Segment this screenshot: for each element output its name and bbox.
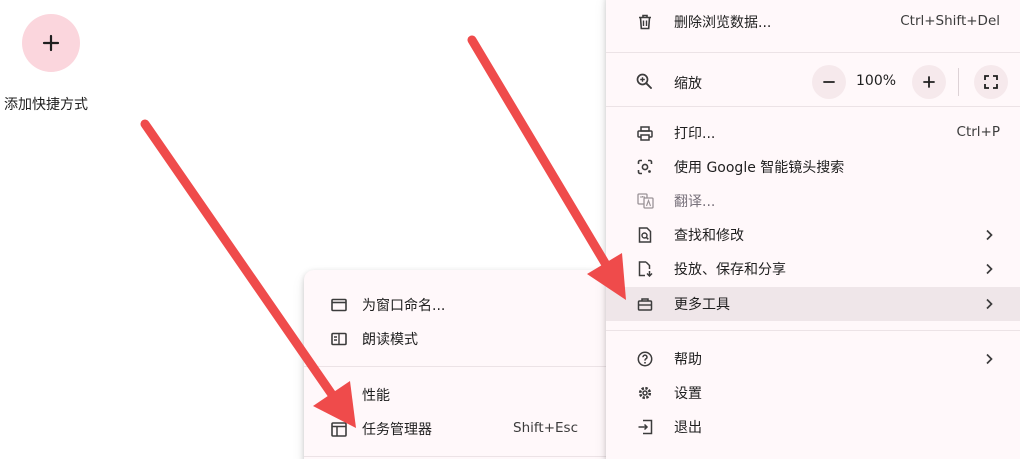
menu-item-label: 设置 xyxy=(674,386,702,402)
menu-item-help[interactable]: 帮助 xyxy=(606,342,1020,376)
menu-item-shortcut: Shift+Esc xyxy=(513,420,578,436)
fullscreen-icon xyxy=(984,75,998,89)
menu-item-label: 退出 xyxy=(674,420,702,436)
menu-item-find-and-edit[interactable]: 查找和修改 xyxy=(606,218,1020,252)
zoom-row: 缩放 100% xyxy=(606,62,1020,102)
plus-icon xyxy=(42,34,60,52)
cast-save-icon xyxy=(636,260,654,278)
more-tools-submenu: 为窗口命名... 朗读模式 性能 任务管理器 Shift+Esc xyxy=(304,270,606,459)
menu-item-label: 更多工具 xyxy=(674,297,730,313)
menu-item-cast-save-share[interactable]: 投放、保存和分享 xyxy=(606,252,1020,286)
trash-icon xyxy=(636,13,654,31)
menu-item-label: 朗读模式 xyxy=(362,332,418,348)
gear-icon xyxy=(636,384,654,402)
add-shortcut-label: 添加快捷方式 xyxy=(4,97,88,113)
menu-item-label: 使用 Google 智能镜头搜索 xyxy=(674,160,845,176)
menu-divider xyxy=(606,106,1020,107)
zoom-in-button[interactable] xyxy=(912,65,946,99)
window-icon xyxy=(330,296,348,314)
chevron-right-icon xyxy=(986,263,993,275)
menu-item-shortcut: Ctrl+P xyxy=(956,124,1000,140)
chevron-right-icon xyxy=(986,353,993,365)
menu-item-label: 为窗口命名... xyxy=(362,298,446,314)
add-shortcut-button[interactable] xyxy=(22,14,80,72)
task-manager-icon xyxy=(330,420,348,438)
menu-divider xyxy=(304,456,606,457)
zoom-level: 100% xyxy=(856,73,897,89)
menu-divider xyxy=(606,52,1020,53)
menu-item-label: 删除浏览数据... xyxy=(674,15,772,31)
menu-item-task-manager[interactable]: 任务管理器 Shift+Esc xyxy=(304,412,606,446)
red-arrow-right xyxy=(467,35,626,300)
menu-item-exit[interactable]: 退出 xyxy=(606,410,1020,444)
help-icon xyxy=(636,350,654,368)
menu-divider xyxy=(606,330,1020,331)
menu-item-label: 性能 xyxy=(362,388,390,404)
find-icon xyxy=(636,226,654,244)
browser-main-menu: 删除浏览数据... Ctrl+Shift+Del 缩放 100% 打印... C… xyxy=(606,0,1020,459)
menu-item-label: 帮助 xyxy=(674,352,702,368)
zoom-divider xyxy=(958,68,959,96)
menu-item-settings[interactable]: 设置 xyxy=(606,376,1020,410)
fullscreen-button[interactable] xyxy=(974,65,1008,99)
menu-item-name-window[interactable]: 为窗口命名... xyxy=(304,288,606,322)
chevron-right-icon xyxy=(986,229,993,241)
menu-item-label: 查找和修改 xyxy=(674,228,744,244)
menu-item-label: 投放、保存和分享 xyxy=(674,262,786,278)
minus-icon xyxy=(823,81,835,83)
menu-item-performance[interactable]: 性能 xyxy=(304,378,606,412)
translate-icon xyxy=(636,192,654,210)
lens-icon xyxy=(636,158,654,176)
menu-item-label: 任务管理器 xyxy=(362,422,432,438)
menu-item-google-lens[interactable]: 使用 Google 智能镜头搜索 xyxy=(606,150,1020,184)
menu-item-shortcut: Ctrl+Shift+Del xyxy=(900,13,1000,29)
menu-item-more-tools[interactable]: 更多工具 xyxy=(606,287,1020,321)
zoom-label: 缩放 xyxy=(674,76,702,92)
toolbox-icon xyxy=(636,295,654,313)
menu-item-label: 打印... xyxy=(674,126,716,142)
menu-item-translate[interactable]: 翻译... xyxy=(606,184,1020,218)
performance-icon xyxy=(330,386,348,404)
plus-icon xyxy=(923,76,935,88)
zoom-out-button[interactable] xyxy=(812,65,846,99)
printer-icon xyxy=(636,124,654,142)
zoom-icon xyxy=(636,73,654,91)
menu-item-reading-mode[interactable]: 朗读模式 xyxy=(304,322,606,356)
menu-item-print[interactable]: 打印... Ctrl+P xyxy=(606,116,1020,150)
exit-icon xyxy=(636,418,654,436)
menu-item-clear-browsing-data[interactable]: 删除浏览数据... Ctrl+Shift+Del xyxy=(606,5,1020,39)
book-icon xyxy=(330,330,348,348)
menu-item-label: 翻译... xyxy=(674,194,716,210)
chevron-right-icon xyxy=(986,298,993,310)
menu-divider xyxy=(304,366,606,367)
